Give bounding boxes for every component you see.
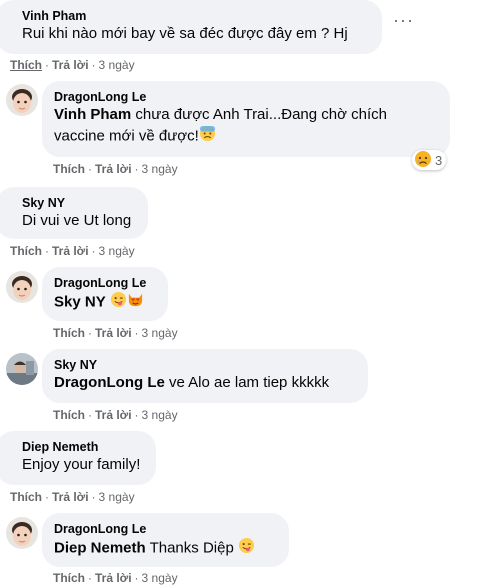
like-button[interactable]: Thích: [53, 408, 85, 422]
comment-actions: Thích · Trả lời · 3 ngày: [53, 162, 178, 176]
mention-link[interactable]: Sky NY: [54, 293, 106, 310]
winking-tongue-emoji-icon: [110, 291, 127, 314]
comment-time[interactable]: 3 ngày: [142, 162, 178, 176]
reply-button[interactable]: Trả lời: [95, 326, 132, 340]
comment-actions: Thích · Trả lời · 3 ngày: [53, 326, 178, 340]
comment-actions: Thích · Trả lời · 3 ngày: [10, 58, 135, 72]
comment-text: Di vui ve Ut long: [22, 212, 132, 229]
more-options-icon[interactable]: ···: [393, 10, 414, 31]
anxious-sweat-emoji-icon: [199, 125, 216, 148]
comment-author[interactable]: DragonLong Le: [54, 521, 277, 537]
reply-button[interactable]: Trả lời: [95, 408, 132, 422]
reaction-count: 3: [435, 152, 443, 168]
reply-button[interactable]: Trả lời: [95, 162, 132, 176]
comment-bubble: DragonLong Le Vinh Pham chưa được Anh Tr…: [42, 81, 450, 157]
comment-time[interactable]: 3 ngày: [99, 244, 135, 258]
comment-author[interactable]: DragonLong Le: [54, 89, 438, 105]
winking-tongue-emoji-icon: [238, 537, 255, 560]
child-avatar-icon: [6, 517, 38, 549]
comment-text: Rui khi nào mới bay về sa đéc được đây e…: [22, 25, 348, 42]
comment-bubble: Vinh Pham Rui khi nào mới bay về sa đéc …: [0, 0, 382, 54]
avatar[interactable]: [6, 84, 38, 116]
avatar[interactable]: [6, 517, 38, 549]
comment-time[interactable]: 3 ngày: [142, 408, 178, 422]
comment-actions: Thích · Trả lời · 3 ngày: [10, 490, 135, 504]
reaction-summary[interactable]: 3: [412, 150, 447, 171]
like-button[interactable]: Thích: [53, 571, 85, 585]
comment-author[interactable]: Diep Nemeth: [8, 439, 144, 455]
reply-button[interactable]: Trả lời: [52, 490, 89, 504]
reply-button[interactable]: Trả lời: [95, 571, 132, 585]
comment-time[interactable]: 3 ngày: [99, 58, 135, 72]
child-avatar-icon: [6, 84, 38, 116]
comment-author[interactable]: Sky NY: [54, 357, 356, 373]
comment-text: chưa được Anh Trai...Đang chờ chích: [131, 106, 387, 123]
comment-actions: Thích · Trả lời · 3 ngày: [53, 571, 178, 585]
comment-time[interactable]: 3 ngày: [142, 326, 178, 340]
mention-link[interactable]: Vinh Pham: [54, 106, 131, 123]
avatar[interactable]: [6, 353, 38, 385]
reply-button[interactable]: Trả lời: [52, 58, 89, 72]
comment-text: Enjoy your family!: [22, 456, 141, 473]
comment-actions: Thích · Trả lời · 3 ngày: [10, 244, 135, 258]
comment-actions: Thích · Trả lời · 3 ngày: [53, 408, 178, 422]
person-avatar-icon: [6, 353, 38, 385]
comment-author[interactable]: DragonLong Le: [54, 275, 156, 291]
comment-text-line2: vaccine mới về được!: [54, 127, 199, 145]
mention-link[interactable]: Diep Nemeth: [54, 539, 146, 556]
comment-author[interactable]: Vinh Pham: [8, 8, 370, 24]
comment-author[interactable]: Sky NY: [8, 195, 136, 211]
like-button[interactable]: Thích: [53, 162, 85, 176]
like-button[interactable]: Thích: [10, 244, 42, 258]
like-button[interactable]: Thích: [10, 490, 42, 504]
avatar[interactable]: [6, 271, 38, 303]
mention-link[interactable]: DragonLong Le: [54, 374, 165, 391]
reply-button[interactable]: Trả lời: [52, 244, 89, 258]
comment-bubble: DragonLong Le Sky NY: [42, 267, 168, 321]
comment-bubble: Sky NY Di vui ve Ut long: [0, 187, 148, 239]
like-button[interactable]: Thích: [10, 58, 42, 72]
comment-bubble: Sky NY DragonLong Le ve Alo ae lam tiep …: [42, 349, 368, 403]
heart-eyes-cat-emoji-icon: [127, 291, 144, 314]
child-avatar-icon: [6, 271, 38, 303]
comment-time[interactable]: 3 ngày: [99, 490, 135, 504]
comment-text: ve Alo ae lam tiep kkkkk: [164, 374, 330, 391]
comment-bubble: DragonLong Le Diep Nemeth Thanks Diệp: [42, 513, 289, 567]
comment-text: Thanks Diệp: [145, 539, 234, 557]
sad-face-icon: [414, 150, 432, 171]
comment-time[interactable]: 3 ngày: [142, 571, 178, 585]
like-button[interactable]: Thích: [53, 326, 85, 340]
comment-bubble: Diep Nemeth Enjoy your family!: [0, 431, 156, 485]
